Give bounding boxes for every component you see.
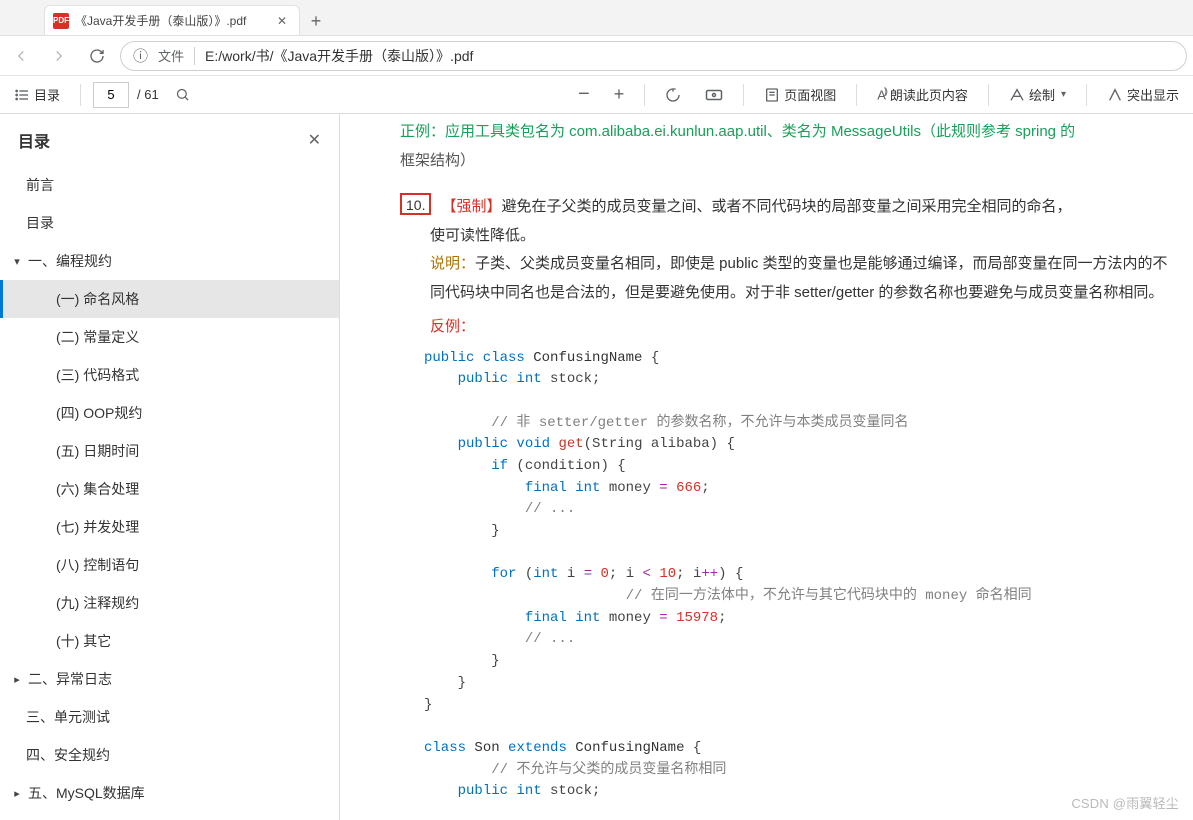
read-aloud-button[interactable]: A)) 朗读此页内容 [869, 80, 976, 110]
rotate-button[interactable] [657, 80, 689, 110]
toc-item[interactable]: ▸五、MySQL数据库 [0, 774, 339, 812]
rule-text-1: 避免在子父类的成员变量之间、或者不同代码块的局部变量之间采用完全相同的命名， [501, 198, 1071, 215]
toolbar-separator [856, 84, 857, 106]
content-topcut2: 框架结构） [400, 147, 1169, 176]
nav-forward-button[interactable] [44, 40, 74, 72]
toc-item[interactable]: 前言 [0, 166, 339, 204]
browser-tab-active[interactable]: PDF 《Java开发手册（泰山版）》.pdf ✕ [44, 5, 300, 35]
toc-item[interactable]: (六) 集合处理 [0, 470, 339, 508]
highlight-button[interactable]: 突出显示 [1099, 80, 1187, 110]
fanli-label: 反例： [430, 313, 1169, 342]
url-path: E:/work/书/《Java开发手册（泰山版）》.pdf [205, 46, 473, 66]
toolbar-separator [988, 84, 989, 106]
content-topcut: 正例：应用工具类包名为 com.alibaba.ei.kunlun.aap.ut… [400, 118, 1169, 147]
toc-item[interactable]: (八) 控制语句 [0, 546, 339, 584]
zoom-in-button[interactable]: + [606, 80, 633, 110]
toc-item[interactable]: (七) 并发处理 [0, 508, 339, 546]
pdf-content[interactable]: 正例：应用工具类包名为 com.alibaba.ei.kunlun.aap.ut… [340, 114, 1193, 820]
nav-back-button[interactable] [6, 40, 36, 72]
code-block: public class ConfusingName { public int … [424, 348, 1169, 803]
rule-tag: 【强制】 [441, 198, 501, 215]
outline-close-button[interactable]: ✕ [308, 130, 321, 150]
read-aloud-label: 朗读此页内容 [890, 85, 968, 104]
rule-10: 10. 【强制】避免在子父类的成员变量之间、或者不同代码块的局部变量之间采用完全… [400, 193, 1169, 803]
refresh-button[interactable] [82, 40, 112, 72]
toc-item[interactable]: (九) 注释规约 [0, 584, 339, 622]
chevron-down-icon: ▾ [1061, 89, 1066, 100]
toc-item[interactable]: (十) 其它 [0, 622, 339, 660]
rule-text-2: 使可读性降低。 [430, 222, 1169, 251]
pdf-toolbar: 目录 / 61 − + 页面视图 A)) 朗读此页内容 绘制 ▾ 突出显示 [0, 76, 1193, 114]
toc-item[interactable]: ▾一、编程规约 [0, 242, 339, 280]
main-split: 目录 ✕ 前言 目录 ▾一、编程规约 (一) 命名风格 (二) 常量定义 (三)… [0, 114, 1193, 820]
draw-label: 绘制 [1029, 85, 1055, 104]
toc-item-active[interactable]: (一) 命名风格 [0, 280, 339, 318]
toc-item[interactable]: (五) 日期时间 [0, 432, 339, 470]
url-row: ⓘ 文件 E:/work/书/《Java开发手册（泰山版）》.pdf [0, 36, 1193, 76]
toc-button[interactable]: 目录 [6, 80, 68, 110]
url-divider [194, 47, 195, 65]
toolbar-separator [644, 84, 645, 106]
toc-item[interactable]: 三、单元测试 [0, 698, 339, 736]
outline-body[interactable]: 前言 目录 ▾一、编程规约 (一) 命名风格 (二) 常量定义 (三) 代码格式… [0, 166, 339, 820]
new-tab-button[interactable]: + [302, 7, 330, 35]
close-tab-icon[interactable]: ✕ [273, 14, 291, 28]
page-view-button[interactable]: 页面视图 [756, 80, 844, 110]
toc-item[interactable]: ▸六、工程结构 [0, 812, 339, 820]
toc-item[interactable]: (三) 代码格式 [0, 356, 339, 394]
search-button[interactable] [167, 80, 198, 110]
shuoming: 说明：子类、父类成员变量名相同，即使是 public 类型的变量也是能够通过编译… [430, 250, 1169, 307]
rule-number: 10. [400, 193, 431, 215]
toolbar-separator [1086, 84, 1087, 106]
info-icon[interactable]: ⓘ [133, 45, 148, 66]
zoom-out-button[interactable]: − [570, 80, 598, 110]
pdf-icon: PDF [53, 13, 69, 29]
toc-item[interactable]: 四、安全规约 [0, 736, 339, 774]
toc-item[interactable]: (二) 常量定义 [0, 318, 339, 356]
tab-title: 《Java开发手册（泰山版）》.pdf [75, 12, 267, 29]
toolbar-separator [743, 84, 744, 106]
highlight-label: 突出显示 [1127, 85, 1179, 104]
toc-item[interactable]: (四) OOP规约 [0, 394, 339, 432]
draw-button[interactable]: 绘制 ▾ [1001, 80, 1074, 110]
toc-button-label: 目录 [34, 85, 60, 104]
page-view-label: 页面视图 [784, 85, 836, 104]
page-total: / 61 [137, 87, 159, 102]
outline-sidebar: 目录 ✕ 前言 目录 ▾一、编程规约 (一) 命名风格 (二) 常量定义 (三)… [0, 114, 340, 820]
url-file-label: 文件 [158, 46, 184, 65]
toc-item[interactable]: 目录 [0, 204, 339, 242]
expand-icon[interactable]: ▸ [10, 787, 24, 800]
fit-width-button[interactable] [697, 80, 731, 110]
toolbar-separator [80, 84, 81, 106]
outline-title: 目录 [18, 128, 50, 152]
address-bar[interactable]: ⓘ 文件 E:/work/书/《Java开发手册（泰山版）》.pdf [120, 41, 1187, 71]
page-number-input[interactable] [93, 82, 129, 108]
expand-icon[interactable]: ▾ [10, 255, 24, 268]
tab-left-spacer [0, 0, 44, 35]
toc-item[interactable]: ▸二、异常日志 [0, 660, 339, 698]
browser-tab-strip: PDF 《Java开发手册（泰山版）》.pdf ✕ + [0, 0, 1193, 36]
expand-icon[interactable]: ▸ [10, 673, 24, 686]
